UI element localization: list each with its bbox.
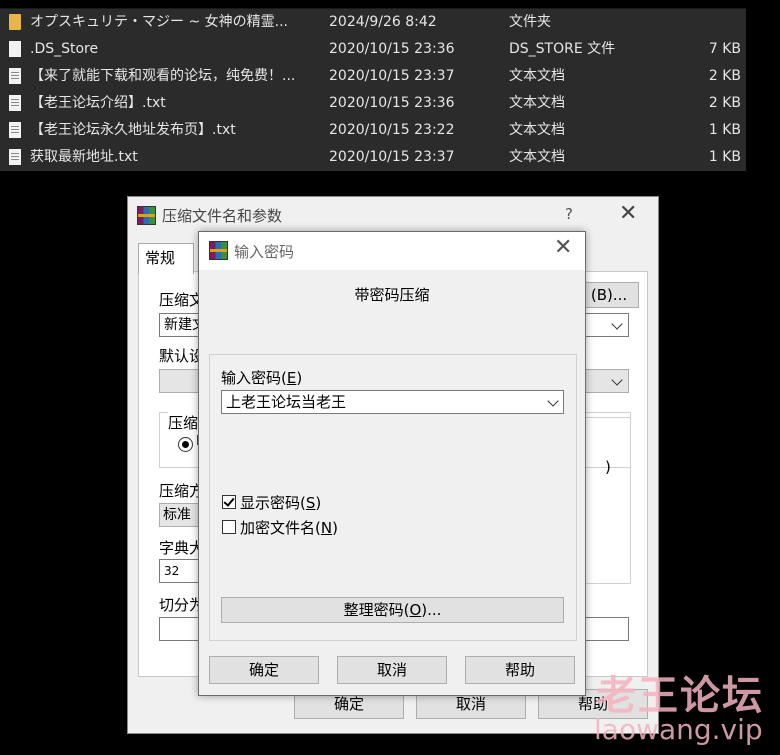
show-password-label: 显示密码(S) xyxy=(240,494,322,512)
file-icon xyxy=(9,41,21,57)
file-date: 2020/10/15 23:22 xyxy=(329,122,455,138)
file-size: 1 KB xyxy=(708,122,741,138)
show-password-checkbox[interactable] xyxy=(222,495,236,509)
password-value: 上老王论坛当老王 xyxy=(226,393,347,411)
file-type: 文本文档 xyxy=(509,122,565,138)
format-group-label: 压缩 xyxy=(168,412,199,433)
file-date: 2020/10/15 23:37 xyxy=(329,149,455,165)
password-dialog: 输入密码 ✕ 带密码压缩 输入密码(E) 上老王论坛当老王 显示密码(S) 加密… xyxy=(198,231,586,696)
watermark-url: laowang.vip xyxy=(594,713,763,746)
file-size: 2 KB xyxy=(708,68,741,84)
file-type: 文本文档 xyxy=(509,68,565,84)
chevron-down-icon xyxy=(611,318,623,330)
ok-button[interactable]: 确定 xyxy=(209,656,319,684)
help-icon[interactable]: ? xyxy=(565,205,573,223)
file-row[interactable]: 【老王论坛介绍】.txt 2020/10/15 23:36 文本文档 2 KB xyxy=(0,90,746,117)
file-type: 文本文档 xyxy=(509,149,565,165)
dialog-heading: 带密码压缩 xyxy=(354,286,430,304)
close-icon[interactable]: ✕ xyxy=(619,201,637,226)
tab-general[interactable]: 常规 xyxy=(138,243,194,274)
file-date: 2020/10/15 23:36 xyxy=(329,95,455,111)
file-row[interactable]: オプスキュリテ・マジー ~ 女神の精霊... 2024/9/26 8:42 文件夹 xyxy=(0,9,746,36)
text-file-icon xyxy=(9,68,21,84)
file-size: 7 KB xyxy=(708,41,741,57)
close-icon[interactable]: ✕ xyxy=(554,235,572,260)
encrypt-filenames-checkbox[interactable] xyxy=(222,520,236,534)
file-row[interactable]: .DS_Store 2020/10/15 23:36 DS_STORE 文件 7 KB xyxy=(0,36,746,63)
file-type: DS_STORE 文件 xyxy=(509,41,616,57)
winrar-icon xyxy=(137,206,156,225)
file-size: 2 KB xyxy=(708,95,741,111)
file-name: 【老王论坛永久地址发布页】.txt xyxy=(30,122,236,138)
file-date: 2020/10/15 23:37 xyxy=(329,68,455,84)
file-date: 2024/9/26 8:42 xyxy=(329,14,437,30)
folder-icon xyxy=(9,14,21,30)
file-size: 1 KB xyxy=(708,149,741,165)
dialog-title: 压缩文件名和参数 xyxy=(162,207,283,225)
password-group: 输入密码(E) 上老王论坛当老王 显示密码(S) 加密文件名(N) 整理密码(O… xyxy=(209,354,577,641)
title-bar: 输入密码 ✕ xyxy=(199,232,585,270)
organize-passwords-button[interactable]: 整理密码(O)... xyxy=(221,597,564,623)
file-name: オプスキュリテ・マジー ~ 女神の精霊... xyxy=(30,14,288,30)
text-file-icon xyxy=(9,149,21,165)
file-row[interactable]: 【老王论坛永久地址发布页】.txt 2020/10/15 23:22 文本文档 1 K… xyxy=(0,117,746,144)
browse-button[interactable]: (B)... xyxy=(579,282,639,308)
file-name: .DS_Store xyxy=(30,41,99,57)
file-type: 文本文档 xyxy=(509,95,565,111)
file-name: 【来了就能下载和观看的论坛，纯免费！... xyxy=(30,68,296,84)
file-type: 文件夹 xyxy=(509,14,551,30)
file-name: 【老王论坛介绍】.txt xyxy=(30,95,166,111)
chevron-down-icon xyxy=(547,395,559,407)
dialog-title: 输入密码 xyxy=(234,243,295,261)
file-row[interactable]: 【来了就能下载和观看的论坛，纯免费！... 2020/10/15 23:37 文本文… xyxy=(0,63,746,90)
cancel-button[interactable]: 取消 xyxy=(337,656,447,684)
rar-radio[interactable] xyxy=(178,437,193,452)
text-file-icon xyxy=(9,95,21,111)
password-label: 输入密码(E) xyxy=(221,369,303,387)
file-date: 2020/10/15 23:36 xyxy=(329,41,455,57)
winrar-icon xyxy=(209,241,228,260)
text-file-icon xyxy=(9,122,21,138)
chevron-down-icon xyxy=(611,374,623,386)
encrypt-filenames-label: 加密文件名(N) xyxy=(240,519,338,537)
file-name: 获取最新地址.txt xyxy=(30,149,138,165)
file-row[interactable]: 获取最新地址.txt 2020/10/15 23:37 文本文档 1 KB xyxy=(0,144,746,171)
file-list: オプスキュリテ・マジー ~ 女神の精霊... 2024/9/26 8:42 文件夹.… xyxy=(0,8,746,171)
option-paren: ) xyxy=(605,458,611,476)
help-button[interactable]: 帮助 xyxy=(465,656,575,684)
password-input[interactable]: 上老王论坛当老王 xyxy=(221,390,564,414)
